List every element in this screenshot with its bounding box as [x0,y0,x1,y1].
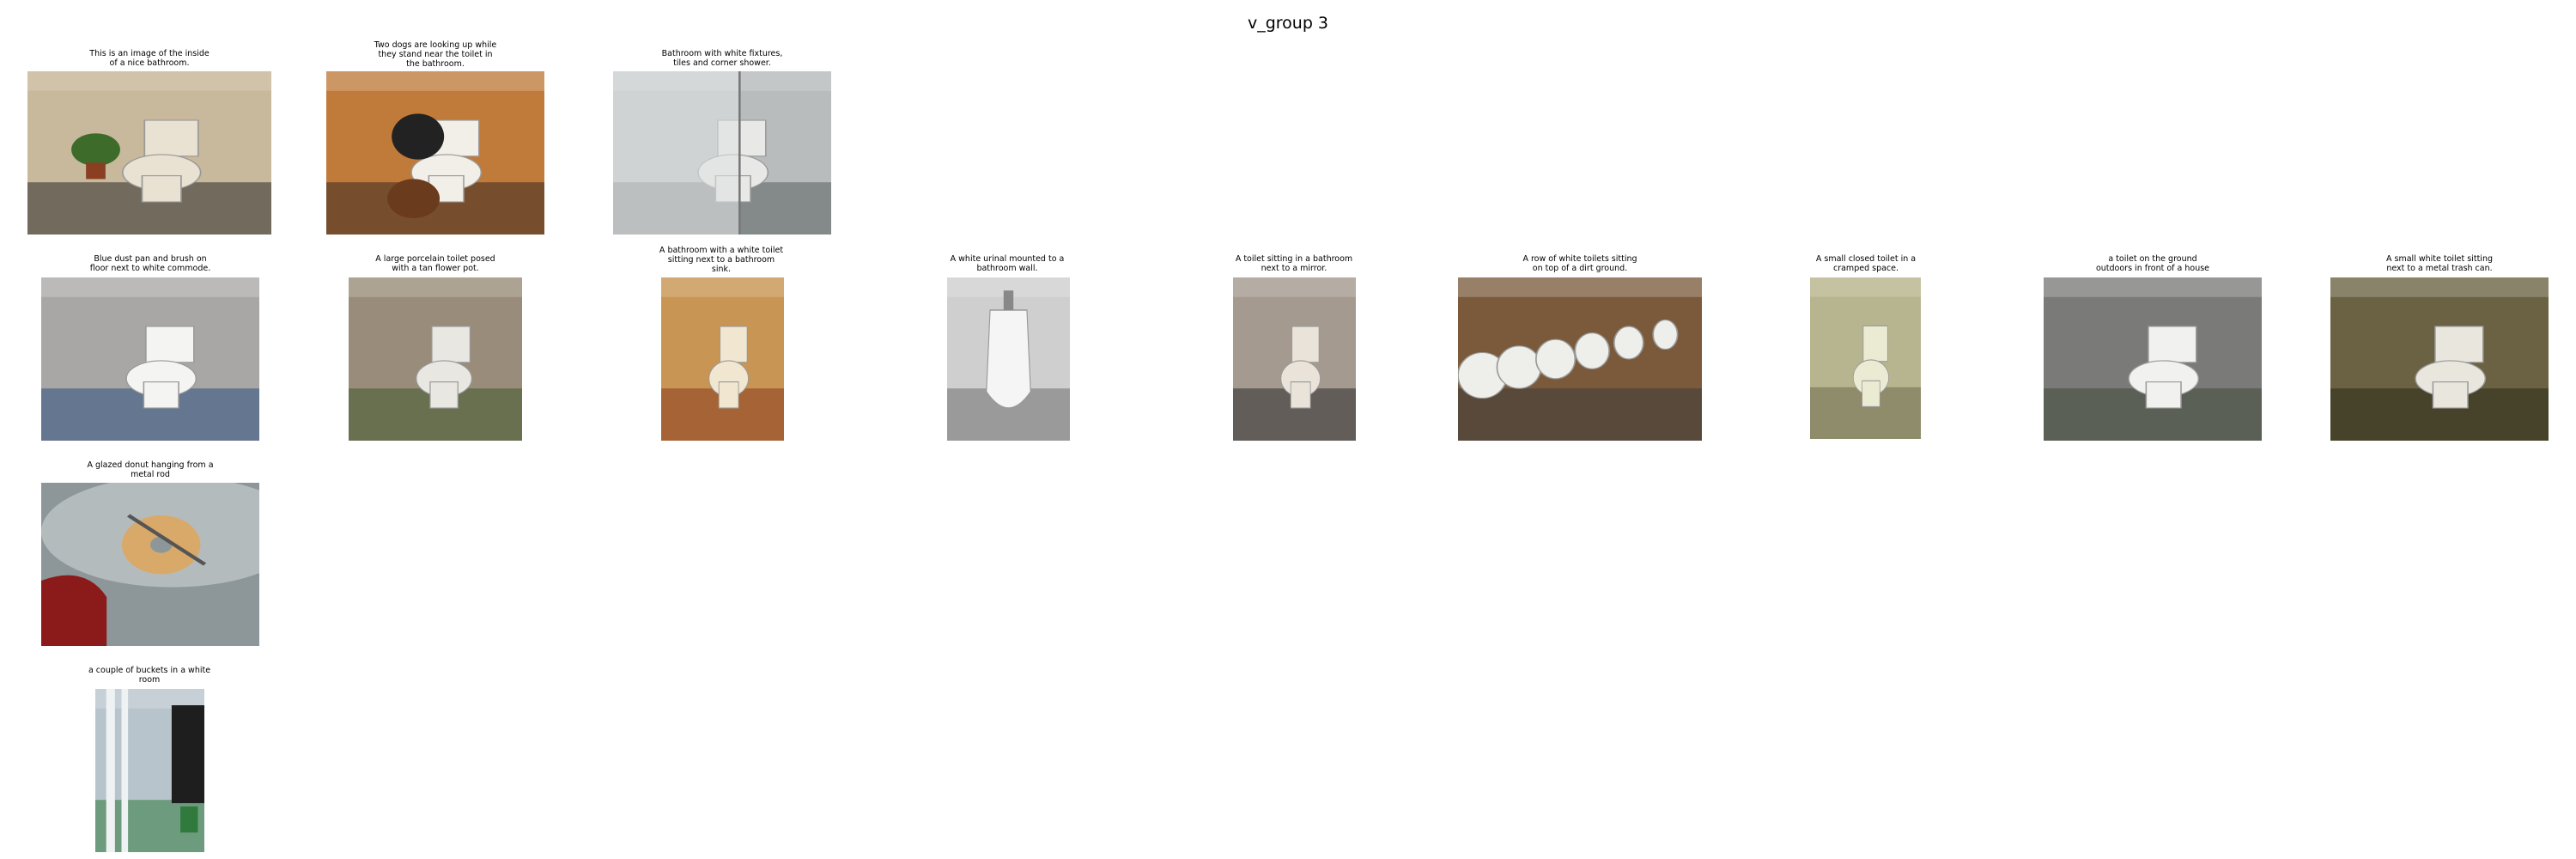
photo-thumbnail [1810,277,1921,439]
image-caption: A large porcelain toilet posed with a ta… [375,254,495,273]
image-caption: Blue dust pan and brush on floor next to… [89,254,211,273]
image-caption: Bathroom with white fixtures, tiles and … [661,49,783,68]
photo-graphic [2330,277,2549,441]
photo-thumbnail [2330,277,2549,441]
photo-thumbnail [1233,277,1356,441]
photo-graphic [95,689,204,852]
image-caption: A glazed donut hanging from a metal rod [87,460,214,479]
photo-thumbnail [41,277,259,441]
photo-graphic [1458,277,1702,441]
photo-thumbnail [349,277,522,441]
photo-graphic [1810,277,1921,439]
photo-graphic [41,277,259,441]
photo-graphic [661,277,784,441]
photo-graphic [27,71,271,235]
image-caption: A small closed toilet in a cramped space… [1815,254,1917,273]
photo-graphic [1233,277,1356,441]
image-caption: A small white toilet sitting next to a m… [2386,254,2493,273]
photo-graphic [326,71,544,235]
image-caption: a toilet on the ground outdoors in front… [2095,254,2210,273]
photo-thumbnail [1458,277,1702,441]
photo-graphic [613,71,831,235]
photo-thumbnail [95,689,204,852]
photo-graphic [41,483,259,646]
image-caption: This is an image of the inside of a nice… [89,49,210,68]
image-caption: Two dogs are looking up while they stand… [374,40,497,69]
figure-title: v_group 3 [1247,14,1329,33]
photo-thumbnail [41,483,259,646]
image-caption: A row of white toilets sitting on top of… [1522,254,1637,273]
image-caption: A white urinal mounted to a bathroom wal… [950,254,1065,273]
photo-thumbnail [27,71,271,235]
photo-thumbnail [613,71,831,235]
photo-thumbnail [661,277,784,441]
image-caption: a couple of buckets in a white room [88,666,211,685]
photo-graphic [349,277,522,441]
image-caption: A bathroom with a white toilet sitting n… [659,246,784,274]
photo-graphic [947,277,1070,441]
photo-graphic [2044,277,2262,441]
photo-thumbnail [2044,277,2262,441]
photo-thumbnail [326,71,544,235]
photo-thumbnail [947,277,1070,441]
image-caption: A toilet sitting in a bathroom next to a… [1235,254,1353,273]
